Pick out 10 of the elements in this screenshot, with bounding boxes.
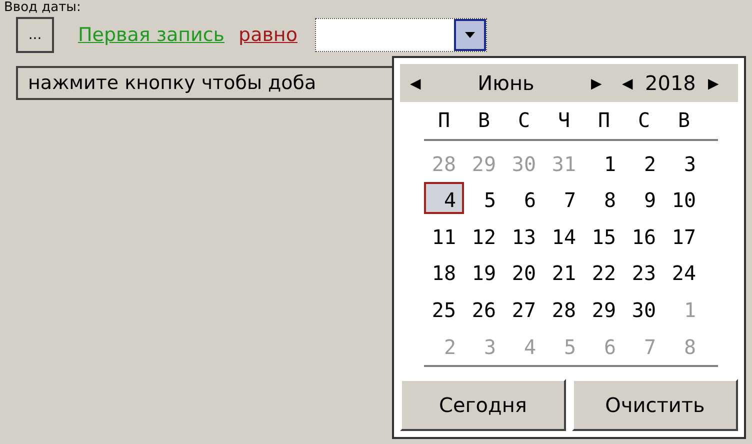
weekday-label: В [676, 108, 692, 132]
year-label: 2018 [644, 70, 697, 95]
weekday-label: С [516, 108, 532, 132]
page-caption: Ввод даты: [3, 0, 82, 16]
month-label: Июнь [476, 70, 536, 95]
weekday-label: В [476, 108, 492, 132]
weekday-label: П [436, 108, 452, 132]
weekday-label: П [596, 108, 612, 132]
weekday-label: Ч [556, 108, 572, 132]
weekday-label: С [636, 108, 652, 132]
